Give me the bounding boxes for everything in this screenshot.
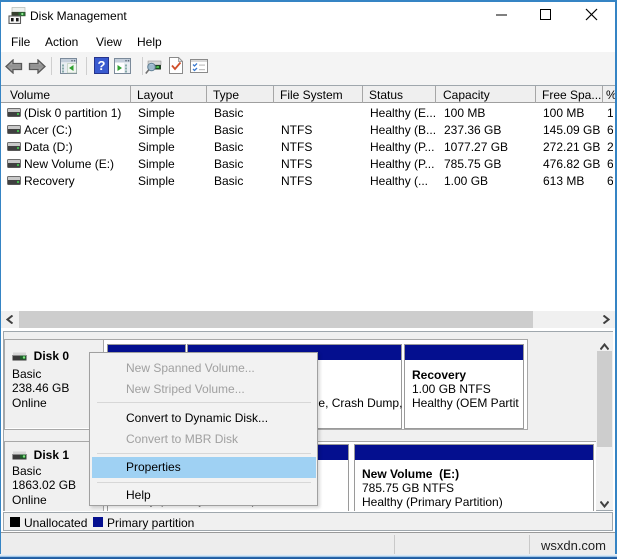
- svg-text:?: ?: [98, 58, 106, 73]
